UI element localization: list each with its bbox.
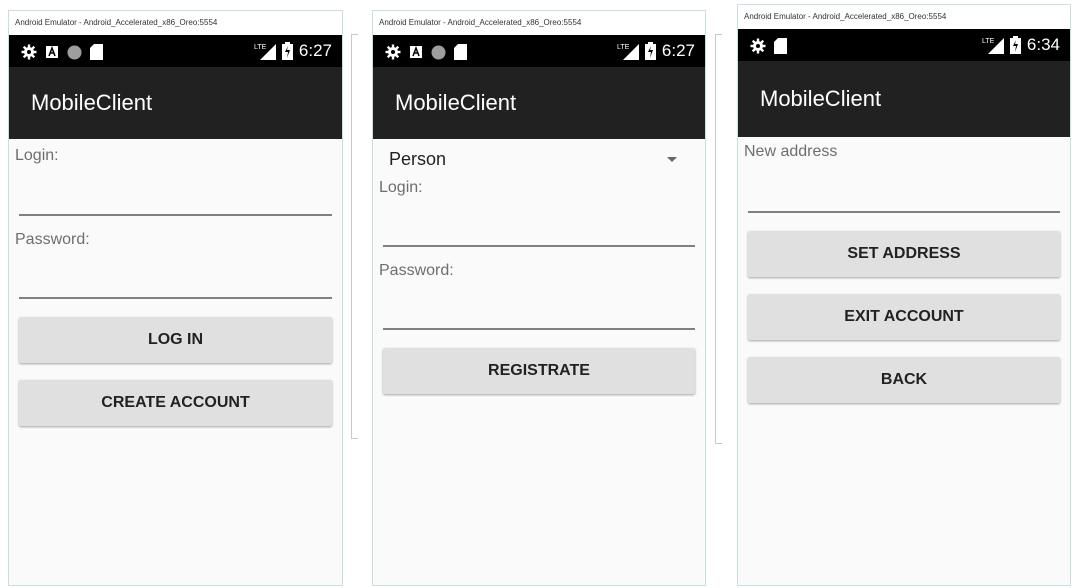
- registrate-button[interactable]: REGISTRATE: [383, 348, 695, 394]
- a-notification-icon: [410, 45, 422, 58]
- sd-card-icon: [454, 44, 467, 60]
- login-label: Login:: [15, 147, 59, 164]
- battery-icon: [281, 42, 293, 60]
- log-in-button[interactable]: LOG IN: [19, 317, 332, 363]
- spinner-value: Person: [389, 149, 447, 169]
- password-label: Password:: [379, 262, 454, 279]
- app-bar: MobileClient: [373, 67, 705, 139]
- record-icon: [67, 45, 82, 59]
- login-input[interactable]: [383, 245, 695, 247]
- exit-account-button[interactable]: EXIT ACCOUNT: [748, 294, 1060, 340]
- app-title: MobileClient: [395, 90, 517, 115]
- gear-icon: [21, 44, 37, 60]
- emulator-window-register: Android Emulator - Android_Accelerated_x…: [372, 10, 706, 586]
- window-title: Android Emulator - Android_Accelerated_x…: [738, 5, 1070, 29]
- password-input[interactable]: [383, 328, 695, 330]
- status-time: 6:27: [661, 41, 695, 60]
- window-title: Android Emulator - Android_Accelerated_x…: [373, 11, 705, 35]
- password-label: Password:: [15, 231, 90, 248]
- svg-text:LTE: LTE: [617, 44, 630, 51]
- gear-icon: [750, 38, 766, 54]
- emulator-window-login: Android Emulator - Android_Accelerated_x…: [8, 10, 343, 586]
- status-time: 6:27: [298, 41, 332, 60]
- status-bar: LTE 6:27: [373, 35, 705, 67]
- svg-text:LTE: LTE: [254, 44, 267, 51]
- lte-signal-icon: LTE: [982, 38, 1004, 54]
- account-form: New address SET ADDRESS EXIT ACCOUNT BAC…: [738, 137, 1070, 585]
- record-icon: [431, 45, 446, 59]
- login-label: Login:: [379, 179, 423, 196]
- status-time: 6:34: [1026, 35, 1060, 54]
- registration-form: Person Login: Password: REGISTRATE: [373, 139, 705, 585]
- window-title: Android Emulator - Android_Accelerated_x…: [9, 11, 342, 35]
- new-address-input-placeholder[interactable]: New address: [744, 143, 837, 161]
- set-address-button[interactable]: SET ADDRESS: [748, 231, 1060, 277]
- back-button[interactable]: BACK: [748, 357, 1060, 403]
- lte-signal-icon: LTE: [254, 44, 276, 60]
- app-title: MobileClient: [760, 86, 882, 111]
- window-edge-fragment: [715, 34, 722, 444]
- app-bar: MobileClient: [738, 61, 1070, 137]
- create-account-button[interactable]: CREATE ACCOUNT: [19, 380, 332, 426]
- status-bar: LTE 6:27: [9, 35, 342, 67]
- gear-icon: [385, 44, 401, 60]
- app-title: MobileClient: [31, 90, 153, 115]
- account-type-spinner[interactable]: Person: [381, 149, 695, 173]
- window-edge-fragment: [351, 34, 358, 439]
- app-bar: MobileClient: [9, 67, 342, 139]
- a-notification-icon: [46, 45, 58, 58]
- dropdown-arrow-icon: [667, 157, 677, 162]
- login-input[interactable]: [19, 214, 332, 216]
- login-form: Login: Password: LOG IN CREATE ACCOUNT: [9, 139, 342, 585]
- new-address-input[interactable]: [748, 211, 1060, 213]
- status-bar: LTE 6:34: [738, 29, 1070, 61]
- password-input[interactable]: [19, 297, 332, 299]
- sd-card-icon: [90, 44, 103, 60]
- lte-signal-icon: LTE: [617, 44, 639, 60]
- emulator-window-account: Android Emulator - Android_Accelerated_x…: [737, 4, 1071, 586]
- sd-card-icon: [774, 38, 787, 54]
- svg-text:LTE: LTE: [982, 38, 995, 45]
- battery-icon: [1009, 36, 1021, 54]
- battery-icon: [644, 42, 656, 60]
